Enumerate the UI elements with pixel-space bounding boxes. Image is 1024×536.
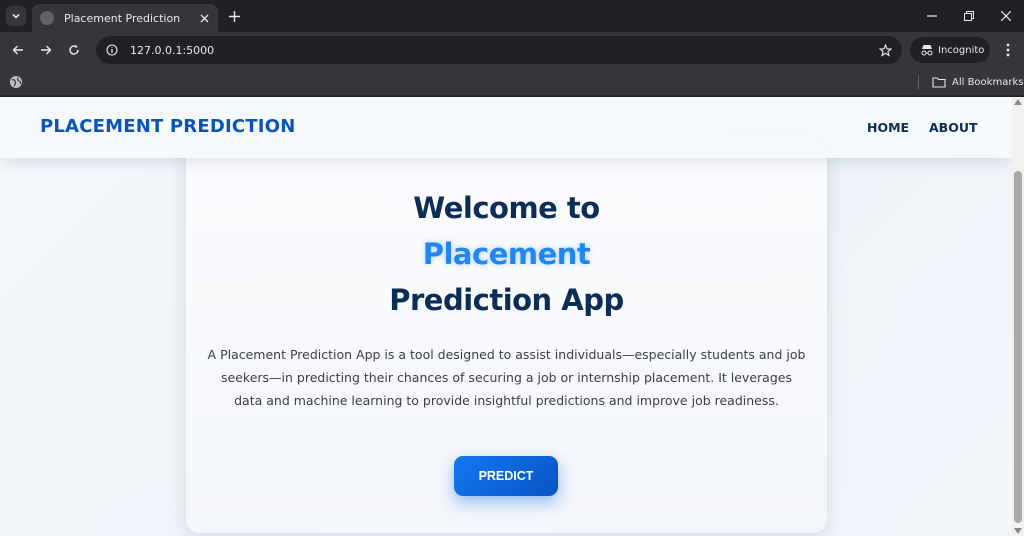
predict-button[interactable]: PREDICT	[454, 456, 558, 496]
nav-home-link[interactable]: HOME	[867, 120, 909, 135]
forward-icon[interactable]	[36, 40, 56, 60]
more-icon[interactable]	[998, 40, 1018, 60]
minimize-icon[interactable]	[914, 0, 950, 32]
globe-icon[interactable]	[9, 74, 23, 88]
incognito-label: Incognito	[938, 44, 985, 56]
close-icon[interactable]	[988, 0, 1024, 32]
folder-icon	[932, 76, 946, 88]
globe-icon	[40, 11, 54, 25]
hero-heading-highlight: Placement	[422, 237, 591, 271]
close-icon[interactable]	[196, 10, 212, 26]
back-icon[interactable]	[8, 40, 28, 60]
reload-icon[interactable]	[64, 40, 84, 60]
restore-icon[interactable]	[951, 0, 987, 32]
bookmarks-bar: All Bookmarks	[0, 68, 1024, 96]
plus-icon[interactable]	[225, 7, 243, 25]
url-text[interactable]: 127.0.0.1:5000	[130, 44, 876, 57]
incognito-icon	[920, 44, 934, 56]
hero-card: Welcome to Placement Prediction App A Pl…	[186, 137, 827, 533]
all-bookmarks-label: All Bookmarks	[952, 76, 1024, 88]
browser-tab[interactable]: Placement Prediction	[32, 4, 218, 32]
hero-heading-line3: Prediction App	[389, 283, 624, 317]
page-viewport: Welcome to Placement Prediction App A Pl…	[0, 97, 1012, 536]
incognito-badge[interactable]: Incognito	[910, 37, 990, 63]
page-scrollbar[interactable]	[1012, 97, 1024, 536]
site-brand[interactable]: PLACEMENT PREDICTION	[40, 116, 295, 137]
tab-strip: Placement Prediction	[0, 0, 1024, 32]
scroll-up-icon[interactable]	[1014, 99, 1022, 105]
star-icon[interactable]	[876, 41, 894, 59]
tab-search-icon[interactable]	[6, 6, 26, 26]
bookmarks-separator	[918, 75, 919, 89]
nav-about-link[interactable]: ABOUT	[929, 120, 978, 135]
browser-toolbar: 127.0.0.1:5000 Incognito	[0, 32, 1024, 68]
info-icon[interactable]	[104, 42, 120, 58]
hero-heading-line1: Welcome to	[413, 191, 600, 225]
address-bar[interactable]: 127.0.0.1:5000	[96, 36, 902, 64]
hero-description: A Placement Prediction App is a tool des…	[207, 347, 806, 408]
scroll-down-icon[interactable]	[1014, 528, 1022, 534]
site-header: PLACEMENT PREDICTION HOME ABOUT	[0, 97, 1012, 158]
scroll-thumb[interactable]	[1014, 171, 1022, 523]
tab-title: Placement Prediction	[64, 11, 181, 25]
all-bookmarks-button[interactable]: All Bookmarks	[932, 72, 1023, 92]
